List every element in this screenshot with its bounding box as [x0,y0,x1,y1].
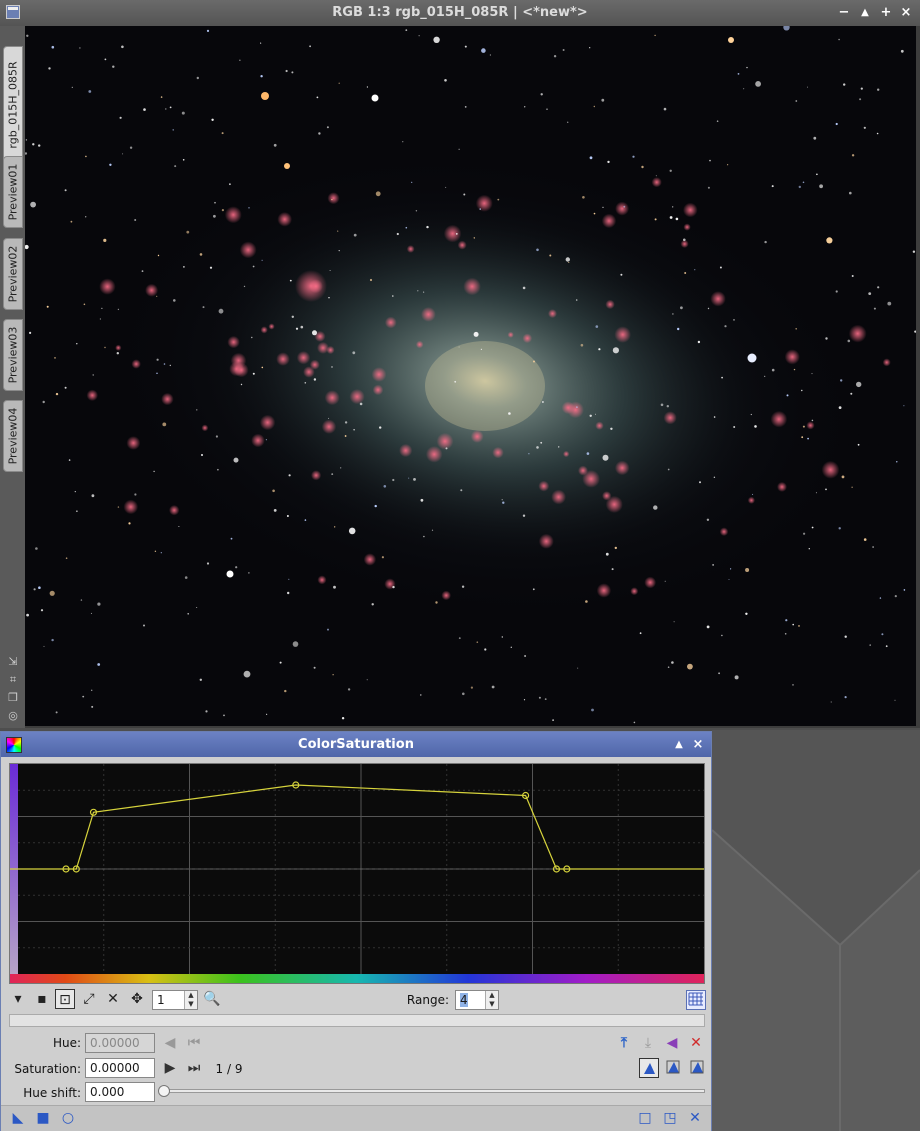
hue-shift-slider[interactable] [161,1089,705,1093]
saturation-curve-editor[interactable] [9,763,705,984]
interpolation-linear-icon[interactable] [687,1058,707,1078]
apply-global-icon[interactable]: ○ [59,1109,77,1127]
new-instance-icon[interactable]: ◣ [9,1109,27,1127]
tab-preview03[interactable]: Preview03 [3,319,23,391]
last-point-icon[interactable]: ⏭ [185,1059,203,1077]
range-spin-arrows[interactable]: ▲ ▼ [485,991,498,1009]
close-button[interactable]: × [898,5,914,21]
move-up-icon[interactable]: ⤒ [615,1034,633,1052]
image-window-titlebar[interactable]: RGB 1:3 rgb_015H_085R | <*new*> − ▲ + × [0,0,920,26]
dialog-bottom-bar: ◣ ■ ○ □ ◳ ✕ [1,1105,711,1131]
zoom-factor-value: 1 [157,993,165,1007]
image-window-title: RGB 1:3 rgb_015H_085R | <*new*> [332,5,588,20]
image-window: RGB 1:3 rgb_015H_085R | <*new*> − ▲ + × … [0,0,920,728]
tab-label: Preview03 [6,326,20,384]
reset-icon[interactable]: ✕ [686,1109,704,1127]
color-saturation-dialog: ColorSaturation ▲ × ▾ ▪ ⊡ ⤢ ✕ ✥ 1 ▲ ▼ 🔍 … [0,731,712,1131]
interpolation-akima-icon[interactable] [639,1058,659,1078]
close-dialog-button[interactable]: × [690,737,706,753]
point-index: 1 / 9 [215,1062,243,1076]
edit-mode-icon[interactable]: ▾ [8,989,28,1009]
zoom-out-icon[interactable]: ✕ [103,989,123,1009]
dialog-title: ColorSaturation [298,737,414,752]
saturation-label: Saturation: [14,1062,81,1076]
pan-icon[interactable]: ✥ [127,989,147,1009]
first-point-icon[interactable]: ⏮ [185,1034,203,1052]
tab-preview01[interactable]: Preview01 [3,156,23,228]
range-spinbox[interactable]: 4 ▲ ▼ [455,990,499,1010]
shade-dialog-button[interactable]: ▲ [671,737,687,753]
hue-scale-bar [10,974,704,983]
hue-shift-slider-handle[interactable] [158,1085,170,1097]
tab-preview02[interactable]: Preview02 [3,238,23,310]
zoom-fit-icon[interactable]: ⊡ [55,989,75,1009]
hue-shift-input[interactable]: 0.000 [85,1082,155,1102]
minimize-button[interactable]: − [836,5,852,21]
target-icon[interactable]: ◎ [7,710,19,722]
shade-button[interactable]: ▲ [857,5,873,21]
hue-shift-label: Hue shift: [23,1086,81,1100]
crop-icon[interactable]: ⌗ [7,674,19,686]
tab-label: Preview04 [6,407,20,465]
previous-point-icon[interactable]: ◀ [161,1034,179,1052]
workspace-background [712,730,920,1131]
range-label: Range: [406,993,449,1007]
hue-label: Hue: [52,1036,81,1050]
delete-point-icon[interactable]: ✕ [687,1034,705,1052]
resize-icon[interactable]: ⇲ [7,656,19,668]
saturation-input[interactable]: 0.00000 [85,1058,155,1078]
image-viewport[interactable] [25,26,916,726]
zoom-in-icon[interactable]: ⤢ [79,989,99,1009]
view-tab-strip: rgb_015H_085R Preview01 Preview02 Previe… [0,26,25,728]
next-point-icon[interactable]: ▶ [161,1059,179,1077]
zoom-spin-arrows[interactable]: ▲ ▼ [184,991,197,1009]
apply-icon[interactable]: ■ [34,1109,52,1127]
dialog-titlebar[interactable]: ColorSaturation ▲ × [1,732,711,757]
select-mode-icon[interactable]: ▪ [32,989,52,1009]
maximize-button[interactable]: + [878,5,894,21]
real-time-preview-icon[interactable]: □ [636,1109,654,1127]
galaxy-image [25,26,916,726]
zoom-factor-spinbox[interactable]: 1 ▲ ▼ [152,990,198,1010]
reverse-icon[interactable]: ◀ [663,1034,681,1052]
copy-icon[interactable]: ❐ [7,692,19,704]
magnifier-icon[interactable]: 🔍 [202,989,222,1009]
tab-main-view[interactable]: rgb_015H_085R [3,46,23,164]
tab-preview04[interactable]: Preview04 [3,400,23,472]
curve-graph[interactable] [10,764,704,983]
tab-label: rgb_015H_085R [6,61,20,149]
interpolation-cubic-icon[interactable] [663,1058,683,1078]
grid-toggle-icon[interactable] [686,990,706,1010]
hue-input[interactable]: 0.00000 [85,1033,155,1053]
tab-label: Preview01 [6,163,20,221]
range-value: 4 [460,993,468,1007]
move-down-icon[interactable]: ⤓ [639,1034,657,1052]
readout-strip [9,1014,705,1027]
browse-documentation-icon[interactable]: ◳ [661,1109,679,1127]
tab-label: Preview02 [6,245,20,303]
